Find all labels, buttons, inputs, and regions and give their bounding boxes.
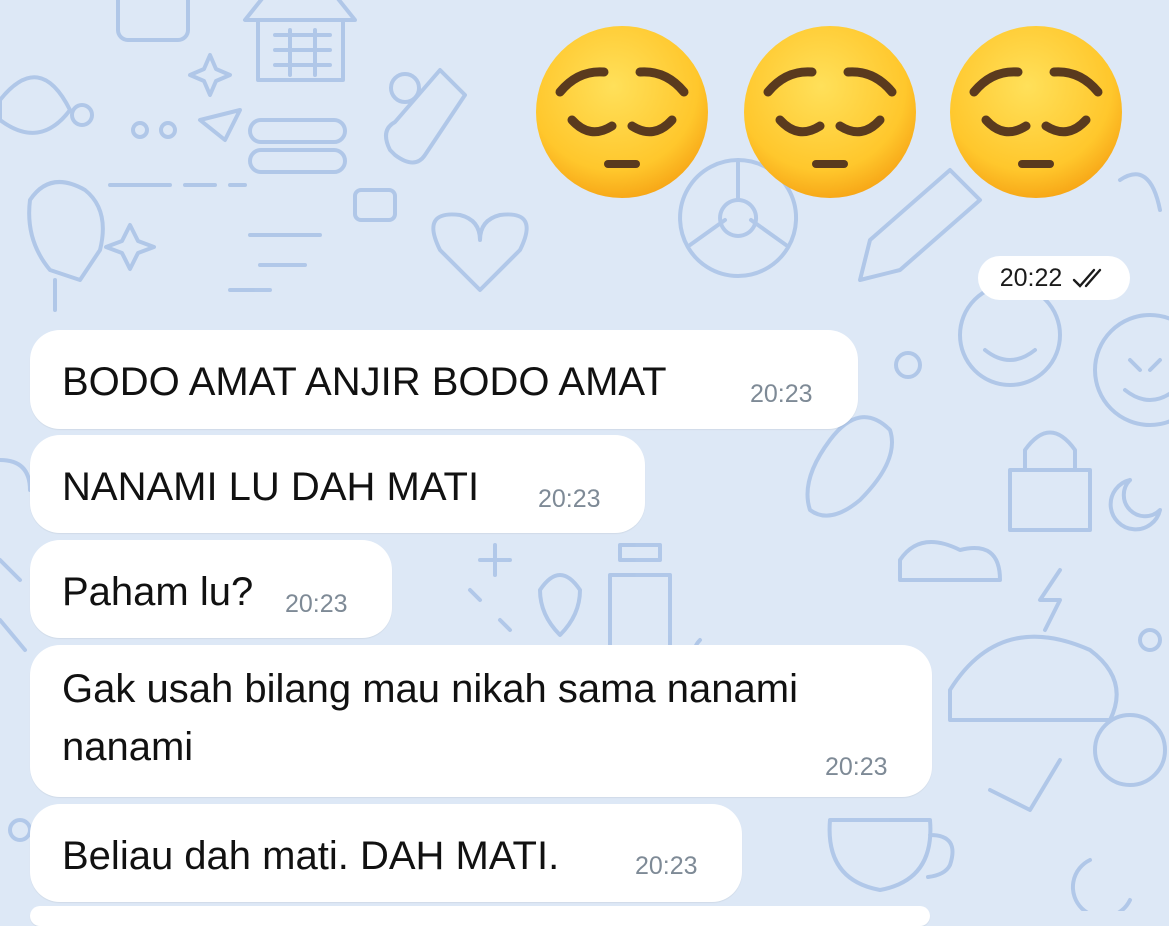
incoming-message-bubble[interactable]: Gak usah bilang mau nikah sama nanami na… (30, 645, 932, 797)
message-text-line-1: Gak usah bilang mau nikah sama nanami (62, 667, 798, 711)
pensive-face-emoji (950, 26, 1122, 198)
incoming-message-bubble[interactable]: BODO AMAT ANJIR BODO AMAT 20:23 (30, 330, 858, 429)
corn-doodle-icon (805, 415, 894, 518)
pensive-face-emoji (536, 26, 708, 198)
outgoing-emoji-message[interactable] (530, 22, 1130, 202)
fish-doodle-icon (0, 75, 72, 135)
icecream-doodle-icon (27, 180, 105, 312)
incoming-message-bubble[interactable]: Paham lu? 20:23 (30, 540, 392, 638)
incoming-message-bubble[interactable]: NANAMI LU DAH MATI 20:23 (30, 435, 645, 533)
message-text-line-2: nanami (62, 725, 194, 769)
message-time: 20:23 (538, 485, 601, 513)
message-text: BODO AMAT ANJIR BODO AMAT (62, 360, 667, 404)
dot-doodle-icon (70, 103, 94, 127)
smile-doodle-icon (958, 283, 1062, 387)
message-text: Paham lu? (62, 570, 254, 614)
incoming-message-bubble-partial[interactable] (30, 906, 930, 926)
message-time: 20:23 (285, 590, 348, 618)
heart-doodle-icon (431, 212, 529, 292)
pin-doodle-icon (538, 573, 582, 637)
message-text: NANAMI LU DAH MATI (62, 465, 480, 509)
house-doodle-icon (243, 0, 357, 82)
message-time: 20:23 (825, 753, 888, 781)
outgoing-time-stamp: 20:22 (978, 256, 1130, 300)
double-check-icon (1073, 268, 1102, 288)
bottle-doodle-icon (608, 543, 672, 652)
message-time: 20:23 (750, 380, 813, 408)
cup-doodle-icon (827, 818, 955, 892)
pensive-face-emoji (744, 26, 916, 198)
sparkle-doodle-icon (188, 53, 232, 97)
cap-doodle-icon (948, 634, 1119, 722)
incoming-message-bubble[interactable]: Beliau dah mati. DAH MATI. 20:23 (30, 804, 742, 902)
flask-doodle-icon (384, 68, 467, 165)
message-time: 20:23 (635, 852, 698, 880)
message-time: 20:22 (999, 263, 1063, 292)
message-text: Beliau dah mati. DAH MATI. (62, 834, 560, 878)
lock-doodle-icon (1008, 430, 1092, 532)
